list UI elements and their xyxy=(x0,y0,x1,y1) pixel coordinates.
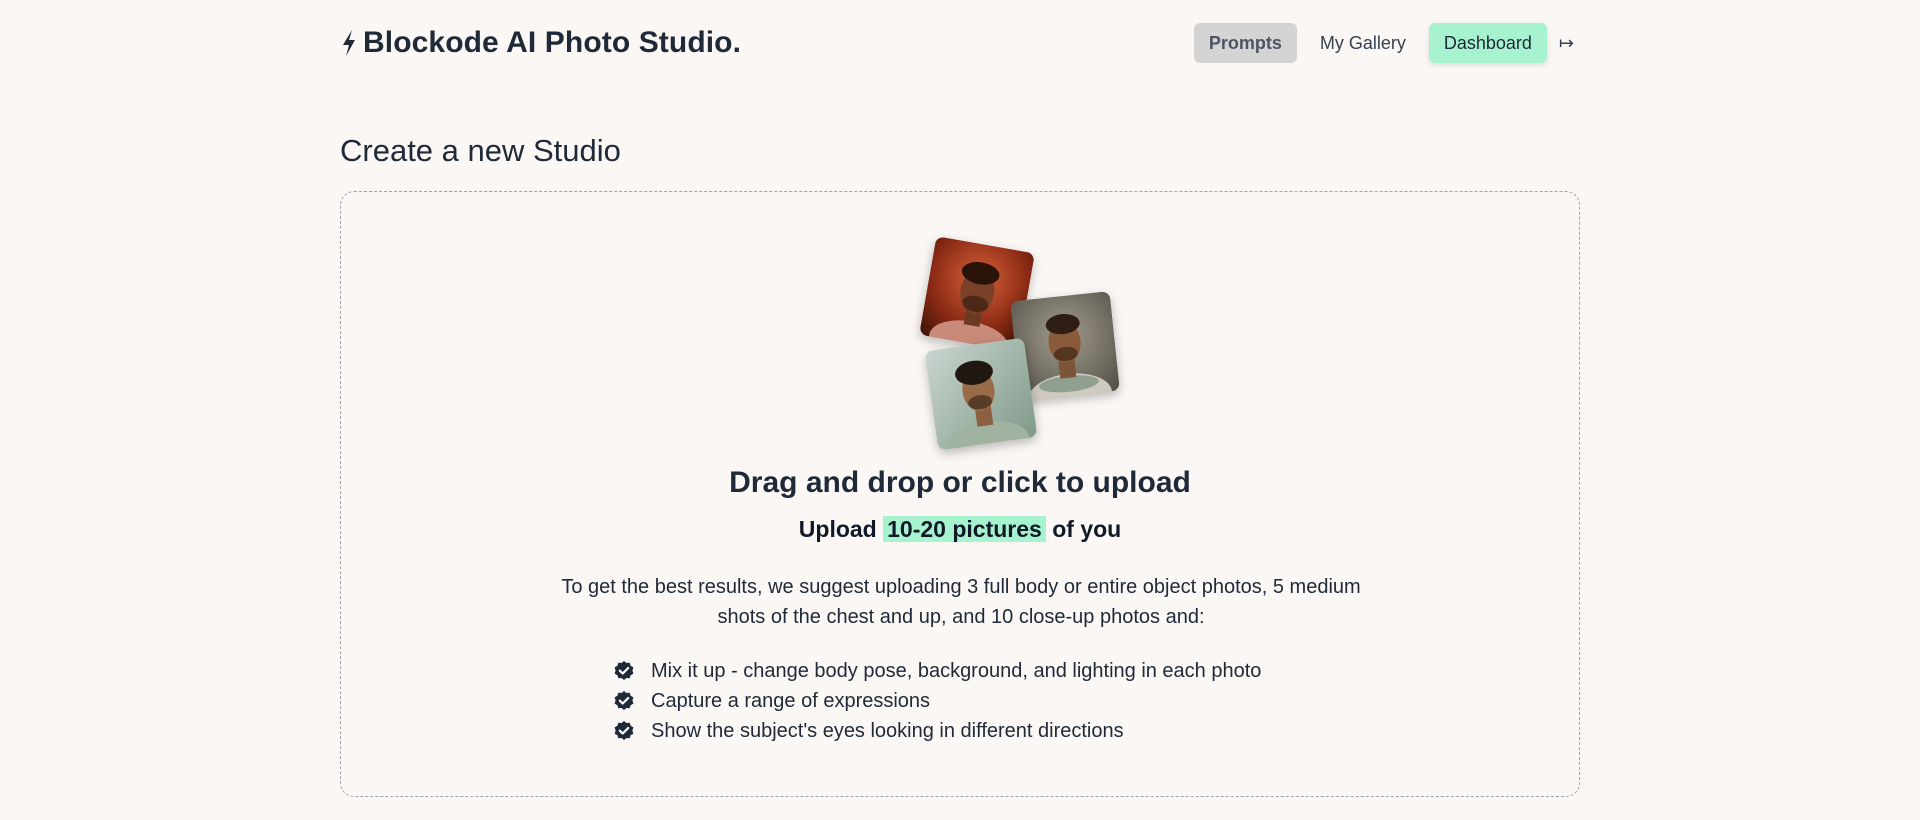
logout-icon[interactable]: ↦ xyxy=(1553,23,1580,63)
upload-dropzone[interactable]: Drag and drop or click to upload Upload … xyxy=(340,191,1580,797)
check-badge-icon xyxy=(614,661,634,680)
list-item: Mix it up - change body pose, background… xyxy=(613,656,1261,686)
sample-photo-portrait-outdoor xyxy=(924,337,1038,451)
subtitle-prefix: Upload xyxy=(798,516,877,542)
my-gallery-link[interactable]: My Gallery xyxy=(1305,23,1421,63)
subtitle-suffix: of you xyxy=(1052,516,1122,542)
top-nav: Prompts My Gallery Dashboard ↦ xyxy=(1186,22,1580,64)
tips-list: Mix it up - change body pose, background… xyxy=(613,656,1261,746)
brand-name: Blockode AI Photo Studio. xyxy=(363,26,742,59)
list-item: Show the subject's eyes looking in diffe… xyxy=(613,716,1261,746)
dropzone-subtitle: Upload 10-20 pictures of you xyxy=(341,516,1579,543)
list-item: Capture a range of expressions xyxy=(613,686,1261,716)
picture-count-highlight: 10-20 pictures xyxy=(883,516,1046,542)
check-badge-icon xyxy=(614,721,634,740)
tip-text: Show the subject's eyes looking in diffe… xyxy=(651,719,1124,742)
brand[interactable]: Blockode AI Photo Studio. xyxy=(340,22,741,64)
sample-photos xyxy=(901,236,1121,451)
dropzone-title: Drag and drop or click to upload xyxy=(729,466,1191,499)
header: Blockode AI Photo Studio. Prompts My Gal… xyxy=(340,22,1580,64)
lightning-bolt-icon xyxy=(343,30,355,56)
page-title: Create a new Studio xyxy=(340,133,621,168)
dashboard-button[interactable]: Dashboard xyxy=(1428,23,1547,63)
prompts-button[interactable]: Prompts xyxy=(1193,23,1297,63)
check-badge-icon xyxy=(614,691,634,710)
tip-text: Mix it up - change body pose, background… xyxy=(651,659,1262,682)
tip-text: Capture a range of expressions xyxy=(651,689,931,712)
upload-suggestion-text: To get the best results, we suggest uplo… xyxy=(561,576,1361,628)
